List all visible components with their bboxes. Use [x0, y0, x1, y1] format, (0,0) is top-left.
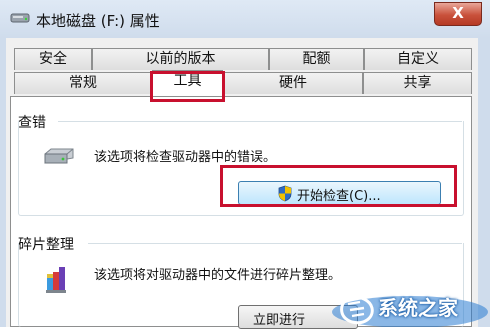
error-check-description: 该选项将检查驱动器中的错误。	[94, 150, 277, 165]
defrag-icon	[46, 267, 66, 293]
tab-quota[interactable]: 配额	[269, 48, 364, 70]
tab-highlight-annotation	[150, 71, 225, 102]
title-bar: 本地磁盘 (F:) 属性 X	[0, 0, 490, 38]
close-icon: X	[452, 4, 464, 22]
watermark-text: 系统之家	[378, 296, 458, 320]
defrag-now-label: 立即进行	[253, 313, 306, 328]
button-highlight-annotation	[220, 165, 457, 207]
tab-security[interactable]: 安全	[14, 48, 92, 70]
drive-icon	[10, 13, 30, 23]
tab-sharing[interactable]: 共享	[363, 72, 472, 94]
tab-customize[interactable]: 自定义	[364, 48, 472, 70]
defrag-description: 该选项将对驱动器中的文件进行碎片整理。	[94, 268, 342, 283]
close-button[interactable]: X	[434, 2, 482, 26]
drive-icon	[44, 148, 74, 164]
tab-previous-versions[interactable]: 以前的版本	[92, 48, 269, 70]
tab-hardware[interactable]: 硬件	[223, 72, 363, 94]
tab-general[interactable]: 常规	[14, 72, 152, 94]
window-title: 本地磁盘 (F:) 属性	[36, 12, 160, 30]
